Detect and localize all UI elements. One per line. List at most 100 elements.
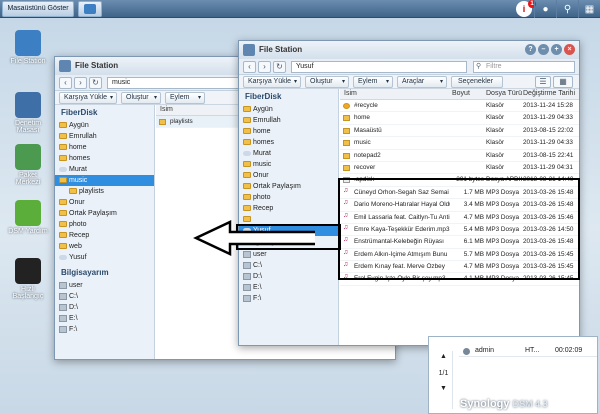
action-button[interactable]: Eylem [353, 76, 393, 88]
close-button[interactable]: × [564, 44, 575, 55]
user-icon[interactable]: ● [534, 0, 556, 18]
create-button[interactable]: Oluştur [305, 76, 349, 88]
desktop-icon[interactable]: DSM Yardım [6, 200, 50, 235]
drive-label: D:\ [253, 273, 262, 280]
tree-item[interactable]: Yusuf [55, 252, 154, 263]
cloud-folder-icon [59, 167, 67, 172]
list-item-name: playlists [170, 118, 193, 125]
folder-icon [59, 155, 67, 161]
connection-time: 00:02:09 [555, 347, 583, 354]
table-row[interactable]: music Klasör 2013-11-29 04:33 [340, 137, 579, 150]
drive-item[interactable]: C:\ [55, 291, 154, 302]
table-row[interactable]: #recycle Klasör 2013-11-24 15:28 [340, 100, 579, 113]
tree-item[interactable]: homes [239, 137, 338, 148]
tree-item[interactable]: Aygün [55, 120, 154, 131]
refresh-button[interactable]: ↻ [89, 77, 102, 89]
desktop-icon[interactable]: Paket Merkezi [6, 144, 50, 186]
column-size-header[interactable]: Boyut [452, 90, 470, 97]
desktop-icon-label: Paket Merkezi [15, 172, 41, 186]
desktop-icon[interactable]: Denetim Masası [6, 92, 50, 134]
tree-item[interactable]: Murat [239, 148, 338, 159]
tree-item[interactable]: home [55, 142, 154, 153]
tree-item[interactable]: home [239, 126, 338, 137]
search-icon[interactable]: ⚲ [556, 0, 578, 18]
refresh-button[interactable]: ↻ [273, 61, 286, 73]
table-row[interactable]: home Klasör 2013-11-29 04:33 [340, 112, 579, 125]
tree-item[interactable]: photo [55, 219, 154, 230]
search-field[interactable]: ⚲ Filtre [473, 61, 575, 73]
action-button[interactable]: Eylem [165, 92, 205, 104]
create-button[interactable]: Oluştur [121, 92, 161, 104]
tree-root[interactable]: FiberDisk [55, 105, 154, 120]
drive-item[interactable]: F:\ [239, 293, 338, 304]
taskbar-file-station-button[interactable] [78, 1, 102, 17]
column-type-header[interactable]: Dosya Türü [486, 90, 522, 97]
options-button[interactable]: Seçenekler [451, 76, 503, 88]
maximize-button[interactable]: + [551, 44, 562, 55]
cell-name: notepad2 [354, 151, 381, 159]
back-button[interactable]: ‹ [59, 77, 72, 89]
tree-item[interactable]: playlists [55, 186, 154, 197]
minimize-button[interactable]: – [538, 44, 549, 55]
tools-button[interactable]: Araçlar [397, 76, 447, 88]
folder-icon [59, 243, 67, 249]
folder-icon [343, 127, 350, 134]
upload-button[interactable]: Karşıya Yükle [59, 92, 117, 104]
column-name-header[interactable]: İsim [160, 106, 173, 113]
tree-item[interactable]: Recep [55, 230, 154, 241]
forward-button[interactable]: › [74, 77, 87, 89]
drive-item[interactable]: user [55, 280, 154, 291]
tree-item-label: Onur [69, 199, 85, 206]
tree-item[interactable]: Onur [239, 170, 338, 181]
path-field[interactable]: Yusuf [291, 61, 467, 73]
thumbnail-view-icon[interactable]: ▦ [553, 76, 573, 88]
column-date-header[interactable]: Değiştirme Tarihi [523, 90, 575, 97]
list-view-icon[interactable]: ☰ [535, 76, 551, 88]
column-name-header[interactable]: İsim [344, 90, 357, 97]
forward-button[interactable]: › [258, 61, 271, 73]
connection-row[interactable]: admin HT... 00:02:09 [459, 347, 597, 357]
tree-item[interactable]: Recep [239, 203, 338, 214]
tree-item[interactable]: Onur [55, 197, 154, 208]
pager-down-icon[interactable]: ▼ [435, 385, 452, 392]
table-row[interactable]: Masaüstü Klasör 2013-08-15 22:02 [340, 125, 579, 138]
tree-item[interactable]: homes [55, 153, 154, 164]
drive-item[interactable]: D:\ [239, 271, 338, 282]
drive-icon [243, 273, 251, 280]
cell-date: 2013-08-15 22:02 [523, 126, 574, 134]
tree-item[interactable]: photo [239, 192, 338, 203]
table-row[interactable]: recover Klasör 2013-11-29 04:31 [340, 162, 579, 175]
drive-item[interactable]: D:\ [55, 302, 154, 313]
upload-button[interactable]: Karşıya Yükle [243, 76, 301, 88]
pager-up-icon[interactable]: ▲ [435, 353, 452, 360]
desktop-icon[interactable]: Hızlı Başlangıç [6, 258, 50, 300]
drive-item[interactable]: C:\ [239, 260, 338, 271]
back-button[interactable]: ‹ [243, 61, 256, 73]
tree-item[interactable]: web [55, 241, 154, 252]
show-desktop-button[interactable]: Masaüstünü Göster [2, 1, 74, 17]
drive-item[interactable]: F:\ [55, 324, 154, 335]
desktop-icon[interactable]: File Station [6, 30, 50, 65]
tree-item-label: music [253, 161, 272, 168]
tree-item[interactable]: Ortak Paylaşım [55, 208, 154, 219]
tree-item[interactable]: Murat [55, 164, 154, 175]
help-button[interactable]: ? [525, 44, 536, 55]
tree-item-label: Ortak Paylaşım [253, 183, 301, 190]
file-station-icon [59, 60, 71, 72]
drive-item[interactable]: E:\ [55, 313, 154, 324]
pinned-apps-icon[interactable]: ▦ [578, 0, 600, 18]
tree-item[interactable]: Ortak Paylaşım [239, 181, 338, 192]
cell-name: home [354, 114, 370, 122]
notification-icon[interactable]: i1 [516, 0, 536, 17]
drive-item[interactable]: E:\ [239, 282, 338, 293]
folder-icon [243, 161, 251, 167]
table-row[interactable]: notepad2 Klasör 2013-08-15 22:41 [340, 150, 579, 162]
tree-item[interactable]: Emrullah [55, 131, 154, 142]
tree-item[interactable]: music [55, 175, 154, 186]
tree-root[interactable]: FiberDisk [239, 89, 338, 104]
tree-item[interactable]: Aygün [239, 104, 338, 115]
tree-item[interactable]: music [239, 159, 338, 170]
file-station-icon [84, 4, 96, 14]
tree-item[interactable]: Emrullah [239, 115, 338, 126]
computer-root[interactable]: Bilgisayarım [55, 265, 154, 280]
